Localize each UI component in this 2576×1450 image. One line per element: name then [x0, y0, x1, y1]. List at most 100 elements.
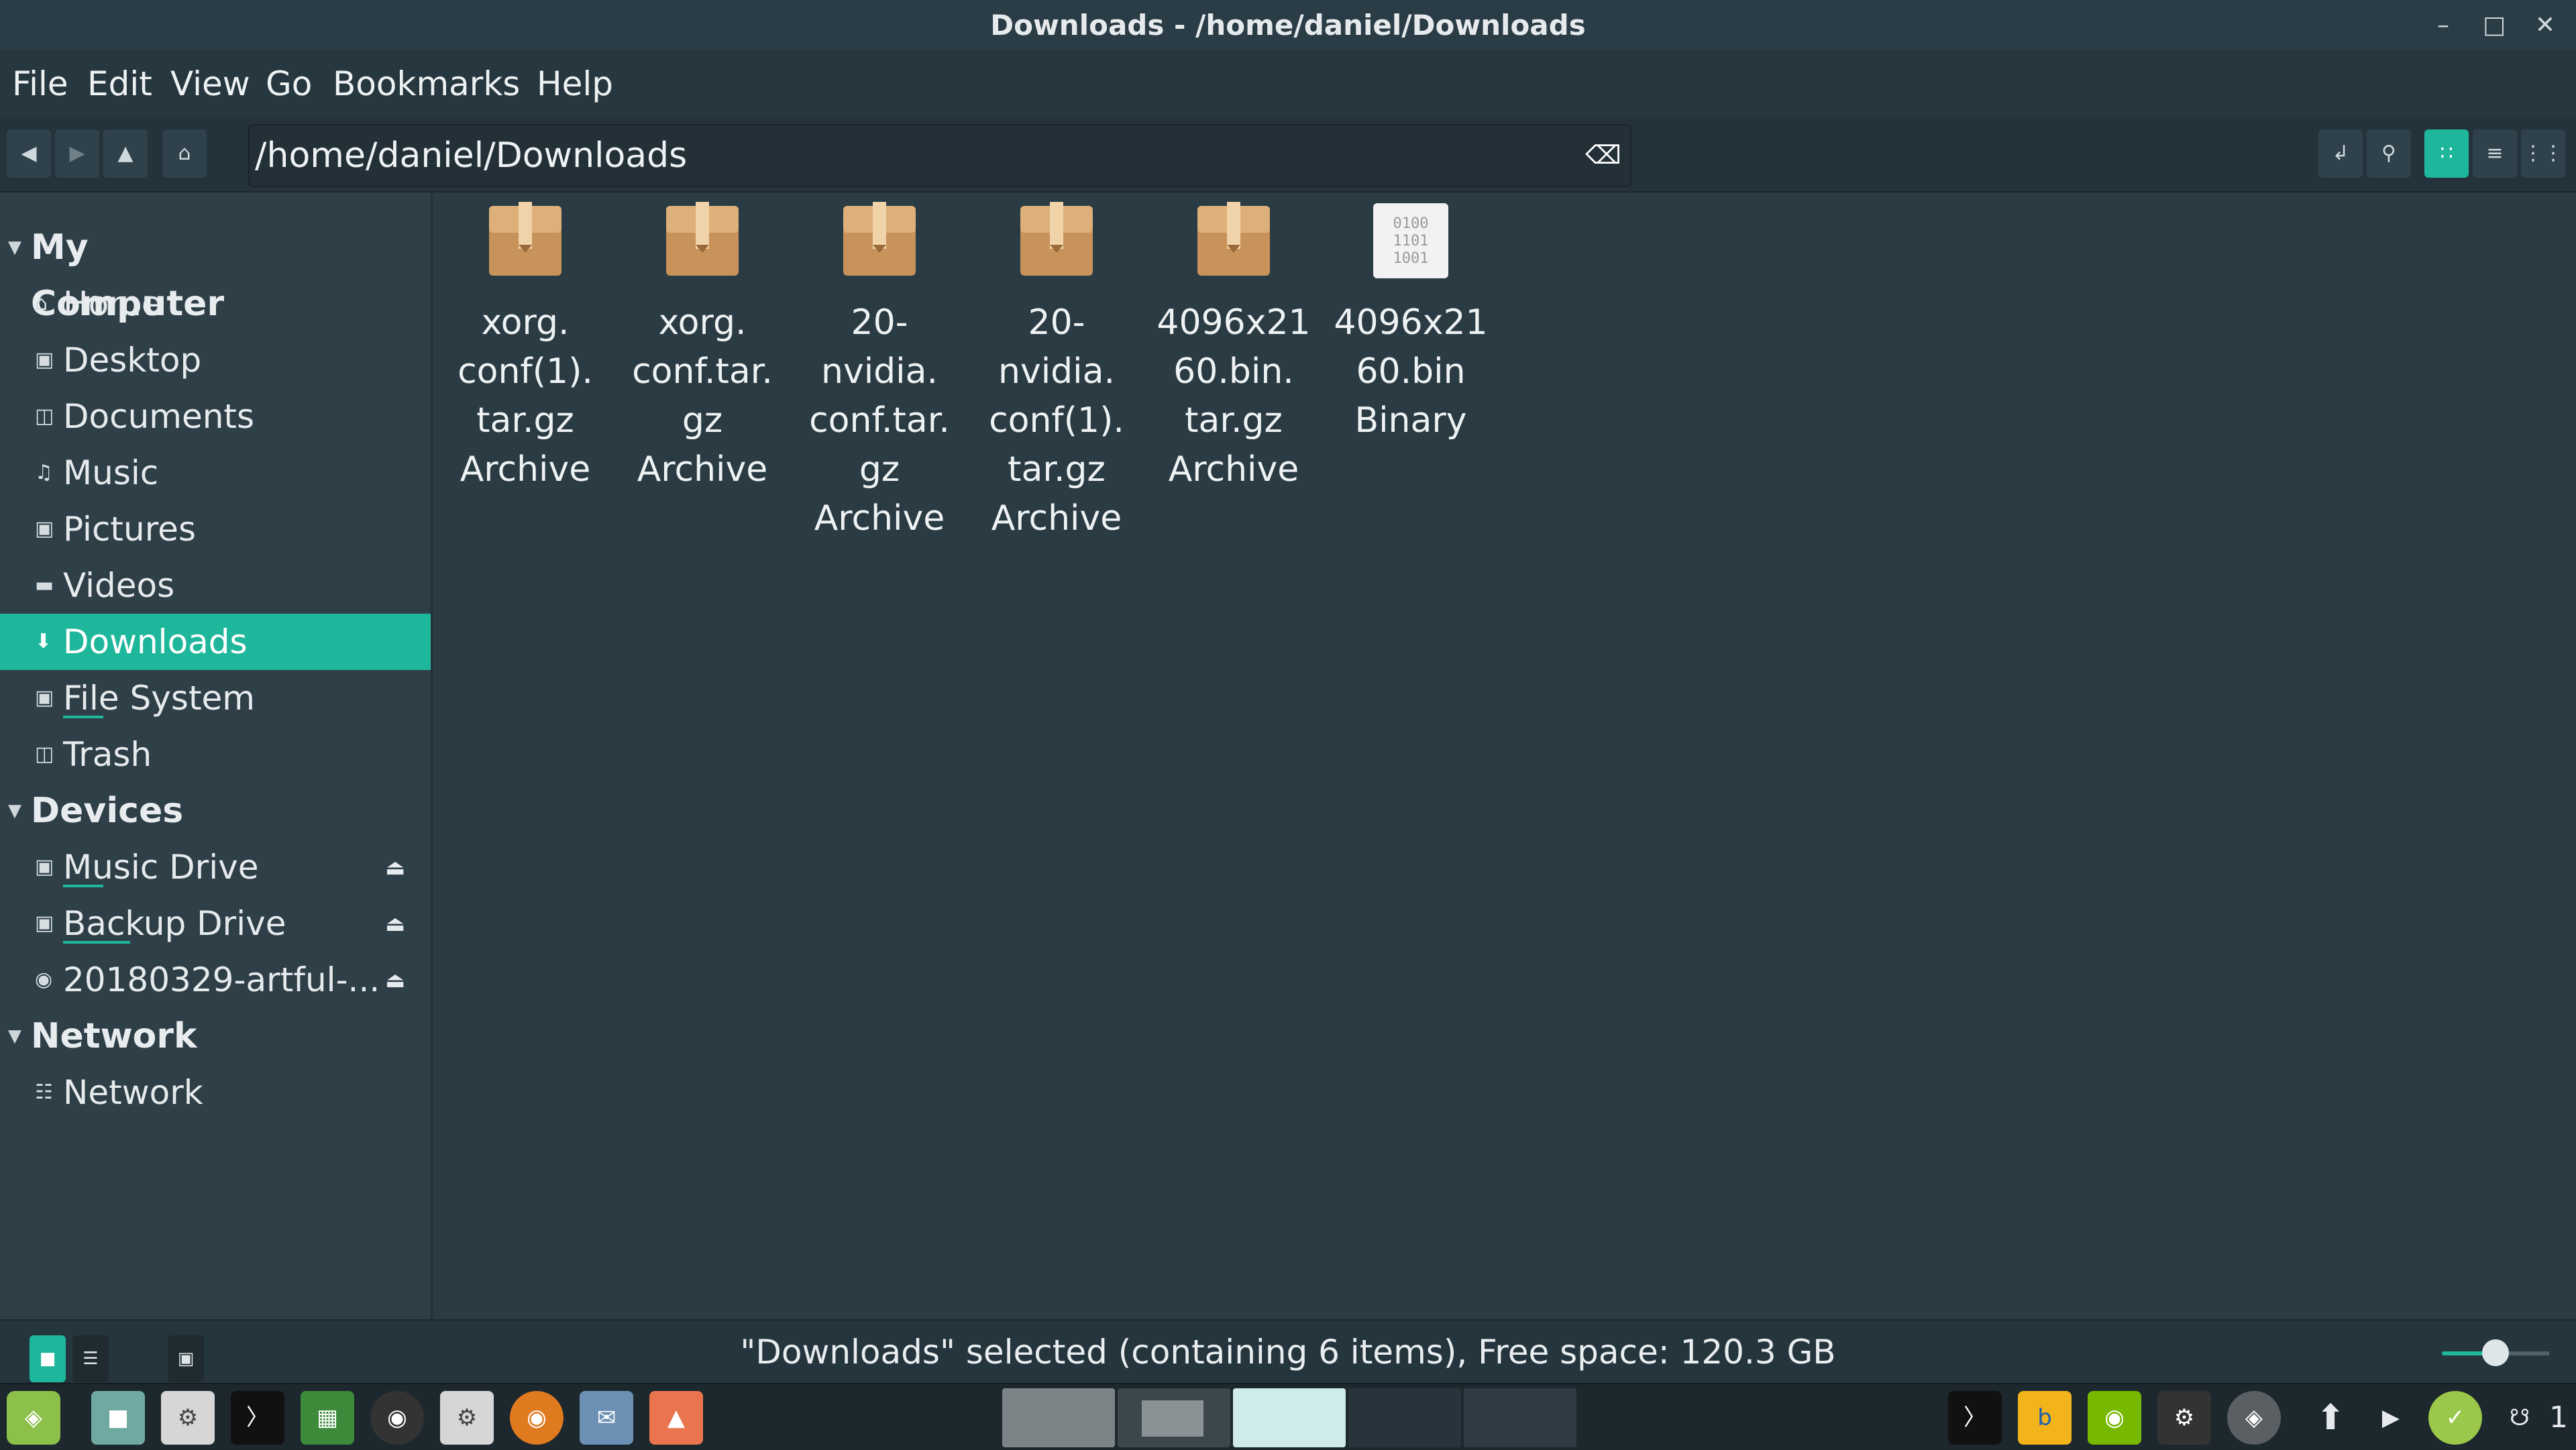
file-type: Archive: [1168, 449, 1299, 490]
download-icon: ⬇: [35, 630, 52, 653]
minimize-icon[interactable]: –: [2423, 8, 2463, 43]
menu-view[interactable]: View: [170, 50, 250, 117]
file-item[interactable]: 0100 1101 1001 4096x21 60.bin Binary: [1330, 202, 1491, 445]
mail-icon[interactable]: ✉: [580, 1391, 633, 1445]
sidebar-item-backup-drive[interactable]: ▣ Backup Drive ⏏: [0, 895, 431, 952]
file-type: Archive: [460, 449, 591, 490]
network-icon: ☷: [35, 1080, 53, 1104]
taskbar-window[interactable]: [1464, 1388, 1576, 1447]
window-title: Downloads - /home/daniel/Downloads: [990, 9, 1586, 42]
sidebar-item-trash[interactable]: ◫ Trash: [0, 726, 431, 783]
sidebar-item-music[interactable]: ♫ Music: [0, 445, 431, 501]
terminal-icon[interactable]: 〉: [1948, 1391, 2002, 1445]
file-name: xorg. conf.tar. gz: [632, 302, 773, 441]
notification-count: 1: [2549, 1400, 2568, 1435]
zoom-slider-handle[interactable]: [2482, 1339, 2509, 1366]
icon-view-icon[interactable]: ∷: [2424, 129, 2469, 178]
terminal-icon[interactable]: 〉: [231, 1391, 284, 1445]
expand-triangle-icon[interactable]: ▼: [8, 1008, 21, 1064]
file-item[interactable]: xorg. conf(1). tar.gz Archive: [445, 202, 606, 494]
file-name: 4096x21 60.bin. tar.gz: [1157, 302, 1311, 441]
menu-icon[interactable]: ◈: [7, 1391, 60, 1445]
file-view[interactable]: xorg. conf(1). tar.gz Archive xorg. conf…: [433, 192, 2576, 1319]
music-icon: ♫: [35, 461, 53, 484]
eject-icon[interactable]: ⏏: [385, 839, 405, 895]
eject-icon[interactable]: ⏏: [385, 952, 405, 1008]
file-item[interactable]: 4096x21 60.bin. tar.gz Archive: [1153, 202, 1314, 494]
home-icon[interactable]: ⌂: [162, 129, 207, 178]
title-bar: Downloads - /home/daniel/Downloads – □ ✕: [0, 0, 2576, 51]
upload-arrow-icon[interactable]: ⬆: [2304, 1391, 2357, 1445]
system-monitor-icon[interactable]: ▦: [301, 1391, 354, 1445]
status-text: "Downloads" selected (containing 6 items…: [740, 1333, 1836, 1372]
folder-icon[interactable]: ■: [91, 1391, 145, 1445]
taskbar-window[interactable]: [1002, 1388, 1115, 1447]
documents-icon: ◫: [35, 404, 54, 428]
file-name: 20- nvidia. conf(1). tar.gz: [989, 302, 1124, 490]
location-input[interactable]: [250, 125, 1563, 186]
home-icon: ⌂: [35, 292, 48, 315]
location-bar: ⌫: [248, 124, 1631, 187]
desktop-icon: ▣: [35, 348, 54, 372]
menu-go[interactable]: Go: [266, 50, 312, 117]
taskbar-window-active[interactable]: [1233, 1388, 1346, 1447]
sidebar-item-documents[interactable]: ◫ Documents: [0, 388, 431, 445]
sidebar-item-music-drive[interactable]: ▣ Music Drive ⏏: [0, 839, 431, 895]
sidebar-item-network[interactable]: ☷ Network: [0, 1064, 431, 1121]
notification-bell-icon[interactable]: ☋: [2493, 1391, 2546, 1445]
file-type: Archive: [637, 449, 768, 490]
expand-triangle-icon[interactable]: ▼: [8, 783, 21, 839]
archive-icon: [1195, 202, 1273, 280]
menu-bookmarks[interactable]: Bookmarks: [333, 50, 520, 117]
videos-icon: ▬: [35, 573, 54, 597]
back-icon[interactable]: ◀: [7, 129, 51, 178]
search-icon[interactable]: ⚲: [2367, 129, 2411, 178]
close-icon[interactable]: ✕: [2525, 8, 2565, 43]
sidebar-item-pictures[interactable]: ▣ Pictures: [0, 501, 431, 557]
status-bar: ■ ☰ ▣ "Downloads" selected (containing 6…: [0, 1319, 2576, 1384]
file-name: 20- nvidia. conf.tar. gz: [809, 302, 950, 490]
sidebar-item-videos[interactable]: ▬ Videos: [0, 557, 431, 614]
media-player-icon[interactable]: ▶: [2364, 1391, 2418, 1445]
menu-help[interactable]: Help: [537, 50, 613, 117]
settings-tool-icon[interactable]: ⚙: [440, 1391, 494, 1445]
menu-bar: File Edit View Go Bookmarks Help: [0, 50, 2576, 117]
updates-icon[interactable]: ◈: [2227, 1391, 2281, 1445]
sidebar-item-desktop[interactable]: ▣ Desktop: [0, 332, 431, 388]
firefox-icon[interactable]: ◉: [510, 1391, 564, 1445]
file-type: Archive: [991, 498, 1122, 539]
file-item[interactable]: 20- nvidia. conf.tar. gz Archive: [799, 202, 960, 543]
camera-icon[interactable]: ◉: [370, 1391, 424, 1445]
gear-icon[interactable]: ⚙: [2157, 1391, 2211, 1445]
toolbar: ◀ ▶ ▲ ⌂ ⌫ ↲ ⚲ ∷ ≡ ⋮⋮: [0, 117, 2576, 192]
sidebar-item-home[interactable]: ⌂ Home: [0, 276, 431, 332]
forward-icon[interactable]: ▶: [55, 129, 99, 178]
sidebar-item-optical-disc[interactable]: ◉ 20180329-artful-... ⏏: [0, 952, 431, 1008]
disc-icon: ◉: [35, 968, 53, 991]
up-icon[interactable]: ▲: [103, 129, 148, 178]
sidebar-item-file-system[interactable]: ▣ File System: [0, 670, 431, 726]
maximize-icon[interactable]: □: [2474, 8, 2514, 43]
menu-file[interactable]: File: [12, 50, 68, 117]
tools-icon[interactable]: ⚙: [161, 1391, 215, 1445]
menu-edit[interactable]: Edit: [87, 50, 152, 117]
nvidia-icon[interactable]: ◉: [2088, 1391, 2141, 1445]
clear-location-icon[interactable]: ⌫: [1583, 135, 1623, 175]
binary-file-icon: 0100 1101 1001: [1372, 202, 1450, 280]
expand-triangle-icon[interactable]: ▼: [8, 219, 21, 276]
bitwarden-icon[interactable]: b: [2018, 1391, 2072, 1445]
eject-icon[interactable]: ⏏: [385, 895, 405, 952]
file-item[interactable]: xorg. conf.tar. gz Archive: [622, 202, 783, 494]
image-viewer-icon[interactable]: ▲: [649, 1391, 703, 1445]
file-name: 4096x21 60.bin: [1334, 302, 1488, 392]
sidebar-item-downloads[interactable]: ⬇ Downloads: [0, 614, 431, 670]
archive-icon: [1018, 202, 1095, 280]
list-view-icon[interactable]: ≡: [2473, 129, 2517, 178]
file-name: xorg. conf(1). tar.gz: [458, 302, 593, 441]
shield-check-icon[interactable]: ✓: [2428, 1391, 2482, 1445]
file-item[interactable]: 20- nvidia. conf(1). tar.gz Archive: [976, 202, 1137, 543]
toggle-location-icon[interactable]: ↲: [2318, 129, 2363, 178]
taskbar-window[interactable]: [1118, 1388, 1230, 1447]
taskbar-window[interactable]: [1348, 1388, 1461, 1447]
compact-view-icon[interactable]: ⋮⋮: [2521, 129, 2565, 178]
